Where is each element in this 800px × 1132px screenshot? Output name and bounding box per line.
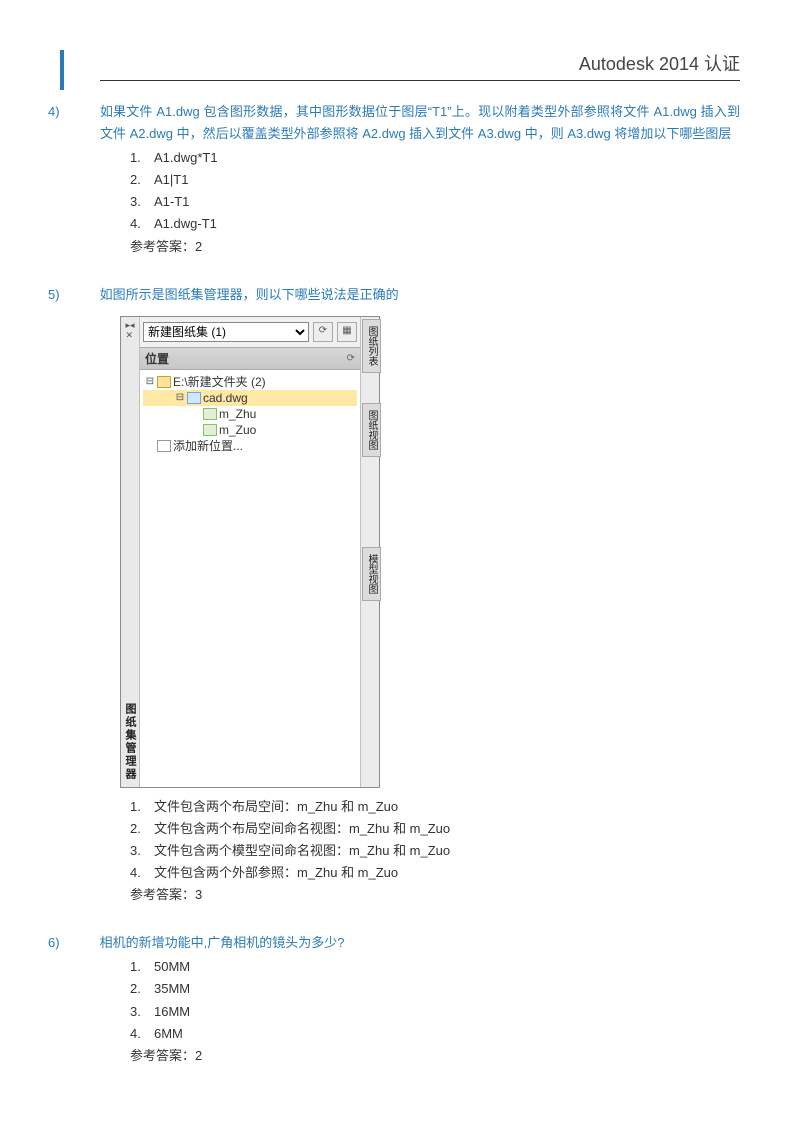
q6-answer: 参考答案：2 [130, 1045, 740, 1067]
view-icon [203, 408, 217, 420]
sheet-set-manager-panel: ▸◂✕ 图纸集管理器 图纸列表 图纸视图 模型视图 新建图纸集 (1) ⟳ ▦ [120, 316, 380, 788]
side-accent [60, 50, 64, 90]
question-4: 4) 如果文件 A1.dwg 包含图形数据，其中图形数据位于图层“T1”上。现以… [60, 101, 740, 258]
q6-num: 6) [74, 932, 96, 954]
tab-sheet-list[interactable]: 图纸列表 [362, 319, 381, 373]
q5-num: 5) [74, 284, 96, 306]
q5-opt-4: 4.文件包含两个外部参照：m_Zhu 和 m_Zuo [130, 862, 740, 884]
tree-view-1[interactable]: m_Zhu [143, 406, 357, 422]
refresh-small-icon[interactable]: ⟳ [347, 353, 355, 364]
dwg-file-icon [187, 392, 201, 404]
tab-model-view[interactable]: 模型视图 [362, 547, 381, 601]
q5-opt-3: 3.文件包含两个模型空间命名视图：m_Zhu 和 m_Zuo [130, 840, 740, 862]
panel-right-tabs: 图纸列表 图纸视图 模型视图 [360, 317, 379, 787]
tree-view: ⊟E:\新建文件夹 (2) ⊟cad.dwg m_Zhu m_Zuo 添加新位置 [139, 370, 361, 787]
folder-icon [157, 376, 171, 388]
add-icon [157, 440, 171, 452]
q6-opt-3: 3.16MM [130, 1001, 740, 1023]
panel-title-vertical: 图纸集管理器 [122, 703, 138, 781]
panel-toolbar: 新建图纸集 (1) ⟳ ▦ [139, 317, 361, 347]
tree-add-location[interactable]: 添加新位置... [143, 438, 357, 454]
question-6: 6) 相机的新增功能中,广角相机的镜头为多少? 1.50MM 2.35MM 3.… [60, 932, 740, 1067]
view-icon [203, 424, 217, 436]
q4-opt-3: 3.A1-T1 [130, 191, 740, 213]
location-header: 位置⟳ [139, 347, 361, 370]
q4-opt-1: 1.A1.dwg*T1 [130, 147, 740, 169]
q6-text: 相机的新增功能中,广角相机的镜头为多少? [100, 935, 345, 950]
panel-left-rail: ▸◂✕ 图纸集管理器 [121, 317, 140, 787]
q5-text: 如图所示是图纸集管理器，则以下哪些说法是正确的 [100, 287, 399, 302]
question-5: 5) 如图所示是图纸集管理器，则以下哪些说法是正确的 ▸◂✕ 图纸集管理器 图纸… [60, 284, 740, 907]
q4-opt-2: 2.A1|T1 [130, 169, 740, 191]
collapse-arrows-icon[interactable]: ▸◂✕ [125, 321, 134, 341]
q6-opt-1: 1.50MM [130, 956, 740, 978]
q5-opt-1: 1.文件包含两个布局空间：m_Zhu 和 m_Zuo [130, 796, 740, 818]
q6-opt-2: 2.35MM [130, 978, 740, 1000]
q4-answer: 参考答案：2 [130, 236, 740, 258]
tab-sheet-view[interactable]: 图纸视图 [362, 403, 381, 457]
q4-num: 4) [74, 101, 96, 123]
settings-icon[interactable]: ▦ [337, 322, 357, 342]
tree-view-2[interactable]: m_Zuo [143, 422, 357, 438]
q4-text: 如果文件 A1.dwg 包含图形数据，其中图形数据位于图层“T1”上。现以附着类… [100, 104, 740, 141]
q6-opt-4: 4.6MM [130, 1023, 740, 1045]
tree-root[interactable]: ⊟E:\新建文件夹 (2) [143, 374, 357, 390]
tree-file[interactable]: ⊟cad.dwg [143, 390, 357, 406]
refresh-icon[interactable]: ⟳ [313, 322, 333, 342]
q4-opt-4: 4.A1.dwg-T1 [130, 213, 740, 235]
q5-opt-2: 2.文件包含两个布局空间命名视图：m_Zhu 和 m_Zuo [130, 818, 740, 840]
page-header: Autodesk 2014 认证 [100, 50, 740, 81]
sheetset-dropdown[interactable]: 新建图纸集 (1) [143, 322, 309, 342]
q5-answer: 参考答案：3 [130, 884, 740, 906]
